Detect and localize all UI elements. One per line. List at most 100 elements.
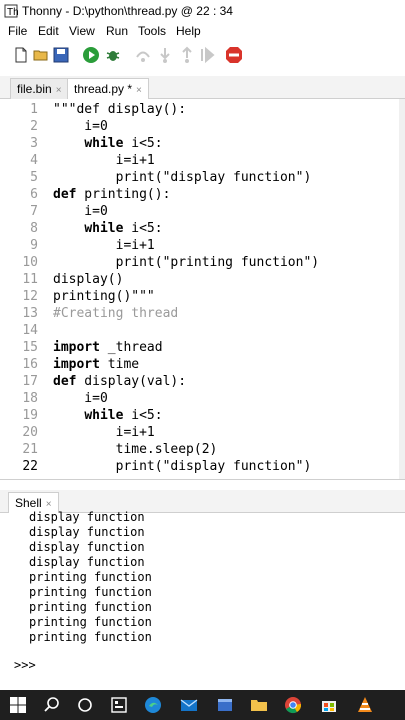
code-line: i=i+1 [53, 238, 155, 253]
shell-output-line: printing function [29, 570, 152, 584]
code-line: def printing(): [53, 187, 171, 202]
edge-icon[interactable] [144, 696, 162, 714]
file-explorer-icon[interactable] [216, 696, 234, 714]
shell-prompt[interactable]: >>> [14, 658, 36, 672]
line-number: 7 [30, 204, 38, 219]
code-line: while i<5: [84, 136, 163, 151]
step-over-icon[interactable] [134, 46, 152, 64]
code-editor[interactable]: 1 2 3 4 5 6 7 8 9 10 11 12 13 14 15 16 1… [0, 99, 405, 480]
step-out-icon[interactable] [178, 46, 196, 64]
line-number: 2 [30, 119, 38, 134]
code-line: def display(val): [53, 374, 187, 389]
stop-icon[interactable] [225, 46, 243, 64]
keyword: import [53, 357, 100, 372]
line-number: 17 [22, 374, 38, 389]
vlc-icon[interactable] [356, 696, 374, 714]
keyword: while [84, 136, 124, 151]
menu-bar: File Edit View Run Tools Help [0, 22, 405, 40]
line-number: 20 [22, 425, 38, 440]
widgets-icon[interactable] [110, 696, 128, 714]
keyword: def [53, 374, 77, 389]
line-number: 13 [22, 306, 38, 321]
shell-output-line: display function [29, 555, 145, 569]
code-line: i=0 [53, 204, 108, 219]
shell-output-line: printing function [29, 615, 152, 629]
shell-output-line: display function [29, 540, 145, 554]
tab-thread-py[interactable]: thread.py * × [67, 78, 149, 100]
open-folder-icon[interactable] [32, 46, 50, 64]
code-line: time.sleep(2) [53, 442, 218, 457]
save-icon[interactable] [52, 46, 70, 64]
menu-edit[interactable]: Edit [38, 22, 59, 40]
microsoft-store-icon[interactable] [320, 696, 338, 714]
menu-view[interactable]: View [69, 22, 95, 40]
close-icon[interactable]: × [56, 85, 62, 96]
code-line: i=0 [53, 119, 108, 134]
code-line: i=i+1 [53, 153, 155, 168]
code-line: i=i+1 [53, 425, 155, 440]
run-icon[interactable] [82, 46, 100, 64]
line-number: 12 [22, 289, 38, 304]
tab-label: file.bin [17, 82, 52, 96]
keyword: def [53, 187, 77, 202]
tab-label: thread.py * [74, 82, 133, 96]
taskbar [0, 690, 405, 720]
editor-tabs: file.bin × thread.py * × [0, 76, 405, 100]
code-line: import _thread [53, 340, 163, 355]
line-number: 21 [22, 442, 38, 457]
mail-icon[interactable] [180, 696, 198, 714]
code-line: print("printing function") [53, 255, 320, 270]
code-line: i=0 [53, 391, 108, 406]
shell-output-line: printing function [29, 585, 152, 599]
tab-file-bin[interactable]: file.bin × [10, 78, 69, 99]
keyword: while [84, 408, 124, 423]
shell-output-line: printing function [29, 600, 152, 614]
close-icon[interactable]: × [46, 499, 52, 510]
close-icon[interactable]: × [136, 85, 142, 96]
line-number: 14 [22, 323, 38, 338]
shell-output-line: display function [29, 525, 145, 539]
line-number: 11 [22, 272, 38, 287]
shell-output-line: display function [29, 510, 145, 524]
line-number: 18 [22, 391, 38, 406]
code-line: while i<5: [84, 221, 163, 236]
resume-icon[interactable] [198, 46, 216, 64]
code-line-current: print("display function") [53, 459, 312, 474]
line-number: 1 [30, 102, 38, 117]
code-line: display() [53, 272, 124, 287]
line-number-gutter: 1 2 3 4 5 6 7 8 9 10 11 12 13 14 15 16 1… [0, 99, 46, 479]
line-number: 6 [30, 187, 38, 202]
menu-tools[interactable]: Tools [138, 22, 166, 40]
debug-icon[interactable] [104, 46, 122, 64]
editor-scrollbar[interactable] [399, 99, 405, 479]
menu-help[interactable]: Help [176, 22, 201, 40]
thonny-app-icon: Th [4, 4, 18, 18]
step-into-icon[interactable] [156, 46, 174, 64]
toolbar [0, 42, 405, 70]
new-file-icon[interactable] [12, 46, 30, 64]
menu-file[interactable]: File [8, 22, 27, 40]
line-number: 4 [30, 153, 38, 168]
search-icon[interactable] [43, 696, 61, 714]
line-number: 9 [30, 238, 38, 253]
task-view-icon[interactable] [76, 696, 94, 714]
window-title: Thonny - D:\python\thread.py @ 22 : 34 [22, 4, 233, 18]
line-number: 8 [30, 221, 38, 236]
title-bar: Th Thonny - D:\python\thread.py @ 22 : 3… [0, 0, 405, 22]
chrome-icon[interactable] [284, 696, 302, 714]
shell-panel[interactable]: display function display function displa… [0, 510, 405, 690]
line-number-current: 22 [22, 459, 38, 474]
menu-run[interactable]: Run [106, 22, 128, 40]
folder-icon[interactable] [250, 696, 268, 714]
code-line: printing()""" [53, 289, 155, 304]
line-number: 10 [22, 255, 38, 270]
line-number: 3 [30, 136, 38, 151]
tab-label: Shell [15, 496, 42, 510]
keyword: import [53, 340, 100, 355]
line-number: 5 [30, 170, 38, 185]
code-line: import time [53, 357, 140, 372]
shell-output-line: printing function [29, 630, 152, 644]
line-number: 16 [22, 357, 38, 372]
code-line-comment: #Creating thread [53, 306, 179, 321]
windows-start-icon[interactable] [9, 696, 27, 714]
